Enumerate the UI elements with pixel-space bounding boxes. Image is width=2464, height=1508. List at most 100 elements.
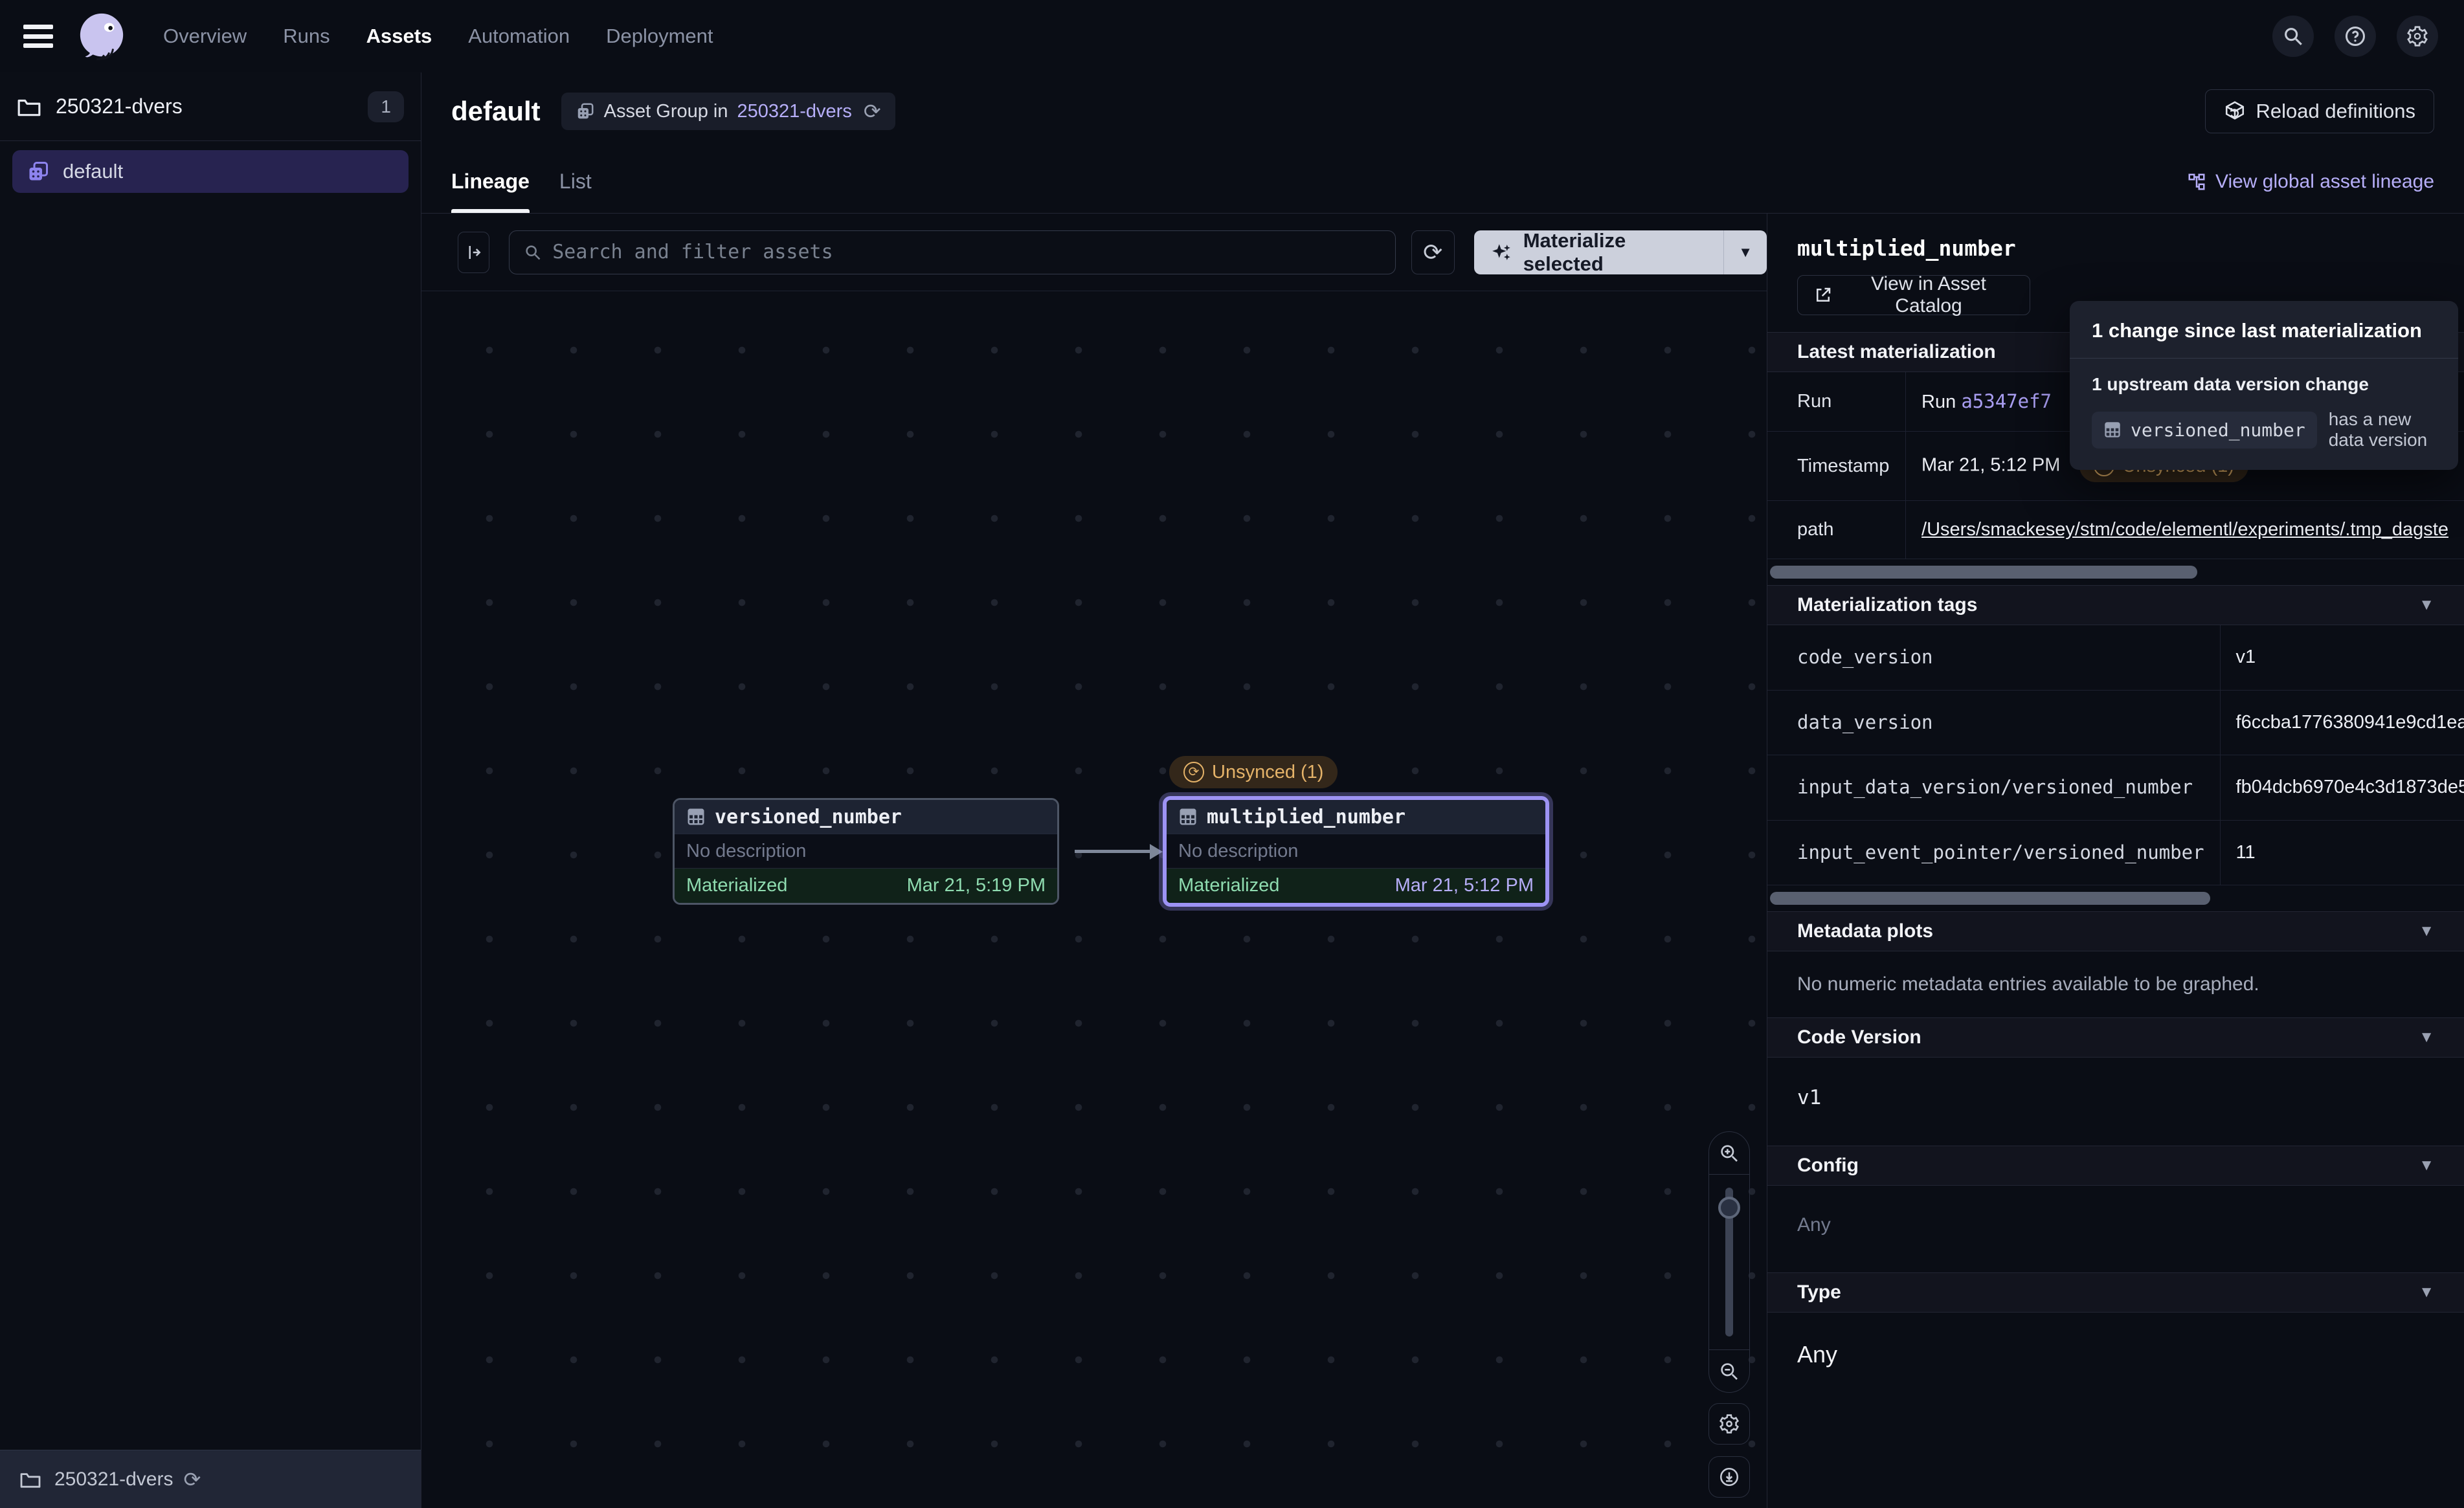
asset-node-description: No description — [1167, 834, 1545, 869]
asset-node-versioned-number[interactable]: versioned_number No description Material… — [673, 798, 1059, 905]
zoom-in-button[interactable] — [1709, 1132, 1749, 1175]
chevron-down-icon[interactable]: ▼ — [2419, 596, 2434, 614]
nav-item-overview[interactable]: Overview — [163, 25, 247, 48]
run-prefix: Run — [1921, 392, 1961, 412]
popup-change-row: versioned_number has a new data version — [2070, 399, 2458, 470]
row-label: Timestamp — [1767, 432, 1906, 501]
chevron-down-icon[interactable]: ▼ — [2419, 1283, 2434, 1302]
asset-group-icon — [27, 160, 50, 183]
tag-key: code_version — [1767, 625, 2220, 690]
dagster-logo-icon[interactable] — [76, 11, 127, 61]
section-materialization-tags[interactable]: Materialization tags ▼ — [1767, 585, 2464, 625]
nav-items: Overview Runs Assets Automation Deployme… — [163, 25, 713, 48]
sidebar-item-default[interactable]: default — [12, 150, 409, 193]
graph-settings-button[interactable] — [1708, 1403, 1750, 1445]
popup-subheading: 1 upstream data version change — [2070, 359, 2458, 399]
reload-definitions-button[interactable]: Reload definitions — [2205, 89, 2434, 133]
section-label: Latest materialization — [1797, 341, 1996, 363]
view-in-asset-catalog-label: View in Asset Catalog — [1843, 273, 2014, 317]
zoom-controls — [1708, 1131, 1750, 1393]
asset-node-status: Materialized — [686, 875, 787, 896]
collapse-sidebar-button[interactable] — [458, 232, 489, 273]
download-graph-button[interactable] — [1708, 1456, 1750, 1498]
nav-item-runs[interactable]: Runs — [283, 25, 330, 48]
tag-key: input_data_version/versioned_number — [1767, 755, 2220, 821]
gear-icon — [1718, 1413, 1740, 1435]
table-row: path /Users/smackesey/stm/code/elementl/… — [1767, 501, 2464, 559]
upstream-asset-chip[interactable]: versioned_number — [2092, 412, 2317, 449]
materialization-tags-table: code_version v1 data_version f6ccba17763… — [1767, 625, 2464, 885]
nav-item-automation[interactable]: Automation — [468, 25, 570, 48]
search-button[interactable] — [2272, 16, 2314, 57]
path-link[interactable]: /Users/smackesey/stm/code/elementl/exper… — [1921, 519, 2448, 540]
zoom-slider[interactable] — [1709, 1175, 1749, 1349]
unsynced-badge-canvas[interactable]: ⟳ Unsynced (1) — [1169, 756, 1338, 788]
table-icon — [2103, 421, 2122, 439]
popup-heading: 1 change since last materialization — [2070, 301, 2458, 359]
lineage-edge-arrowhead — [1150, 844, 1163, 859]
table-icon — [1178, 807, 1198, 826]
tag-value: v1 — [2220, 625, 2464, 690]
chevron-down-icon[interactable]: ▼ — [2419, 1028, 2434, 1047]
run-id-link[interactable]: a5347ef7 — [1961, 390, 2052, 412]
tab-list[interactable]: List — [559, 150, 592, 213]
sidebar-repo-count-badge: 1 — [368, 91, 404, 122]
horizontal-scrollbar[interactable] — [1770, 566, 2197, 579]
page-title: default — [451, 96, 541, 127]
code-version-value: v1 — [1767, 1058, 2464, 1146]
settings-button[interactable] — [2397, 16, 2438, 57]
panel-asset-name: multiplied_number — [1797, 236, 2464, 261]
help-button[interactable] — [2335, 16, 2376, 57]
asset-node-timestamp: Mar 21, 5:12 PM — [1395, 875, 1534, 896]
nav-item-assets[interactable]: Assets — [366, 25, 432, 48]
tag-key: data_version — [1767, 690, 2220, 755]
zoom-out-icon — [1719, 1361, 1740, 1382]
section-label: Type — [1797, 1281, 1841, 1303]
upstream-asset-name: versioned_number — [2131, 419, 2305, 441]
section-config[interactable]: Config ▼ — [1767, 1146, 2464, 1186]
section-type[interactable]: Type ▼ — [1767, 1272, 2464, 1313]
lineage-canvas[interactable]: ⟳ Unsynced (1) versioned_number No descr… — [421, 291, 1767, 1508]
asset-group-chip: Asset Group in 250321-dvers ⟳ — [561, 93, 895, 130]
nav-item-deployment[interactable]: Deployment — [606, 25, 713, 48]
chip-prefix: Asset Group in — [604, 101, 728, 122]
zoom-slider-knob[interactable] — [1718, 1197, 1740, 1219]
section-label: Materialization tags — [1797, 594, 1977, 616]
tabs-row: Lineage List View global asset lineage — [421, 150, 2464, 214]
zoom-out-button[interactable] — [1709, 1349, 1749, 1392]
search-input[interactable] — [552, 241, 1381, 263]
dagster-app: Overview Runs Assets Automation Deployme… — [0, 0, 2464, 1508]
section-label: Metadata plots — [1797, 920, 1933, 942]
table-row: input_event_pointer/versioned_number 11 — [1767, 820, 2464, 885]
chevron-down-icon[interactable]: ▼ — [2419, 1157, 2434, 1175]
type-value: Any — [1767, 1313, 2464, 1410]
refresh-graph-button[interactable]: ⟳ — [1411, 230, 1455, 274]
sidebar-repo-name: 250321-dvers — [56, 94, 183, 118]
materialize-selected-button[interactable]: Materialize selected ▼ — [1474, 230, 1767, 274]
materialize-dropdown-caret[interactable]: ▼ — [1724, 230, 1767, 274]
chip-refresh-icon[interactable]: ⟳ — [864, 99, 881, 124]
sidebar-repo-row[interactable]: 250321-dvers 1 — [0, 72, 421, 141]
table-row: code_version v1 — [1767, 625, 2464, 690]
chevron-down-icon[interactable]: ▼ — [2419, 922, 2434, 940]
tag-key: input_event_pointer/versioned_number — [1767, 820, 2220, 885]
view-global-asset-lineage-link[interactable]: View global asset lineage — [2187, 171, 2434, 193]
changes-popup: 1 change since last materialization 1 up… — [2070, 301, 2458, 470]
unsynced-badge-label: Unsynced (1) — [1212, 762, 1323, 783]
section-label: Code Version — [1797, 1026, 1921, 1048]
row-label: path — [1767, 501, 1906, 559]
view-in-asset-catalog-button[interactable]: View in Asset Catalog — [1797, 275, 2030, 315]
section-code-version[interactable]: Code Version ▼ — [1767, 1017, 2464, 1058]
horizontal-scrollbar[interactable] — [1770, 892, 2210, 905]
asset-node-multiplied-number[interactable]: multiplied_number No description Materia… — [1163, 796, 1549, 907]
asset-search-box — [509, 230, 1396, 274]
materialize-sparkle-icon — [1491, 241, 1513, 263]
chip-repo-link[interactable]: 250321-dvers — [737, 101, 852, 122]
table-row: input_data_version/versioned_number fb04… — [1767, 755, 2464, 821]
footer-repo-name: 250321-dvers — [54, 1469, 173, 1491]
reload-repo-icon[interactable]: ⟳ — [183, 1467, 201, 1492]
tab-lineage[interactable]: Lineage — [451, 150, 530, 213]
hamburger-menu-icon[interactable] — [23, 25, 53, 48]
tag-value: fb04dcb6970e4c3d1873de51fd5a5 — [2220, 755, 2464, 821]
section-metadata-plots[interactable]: Metadata plots ▼ — [1767, 911, 2464, 951]
